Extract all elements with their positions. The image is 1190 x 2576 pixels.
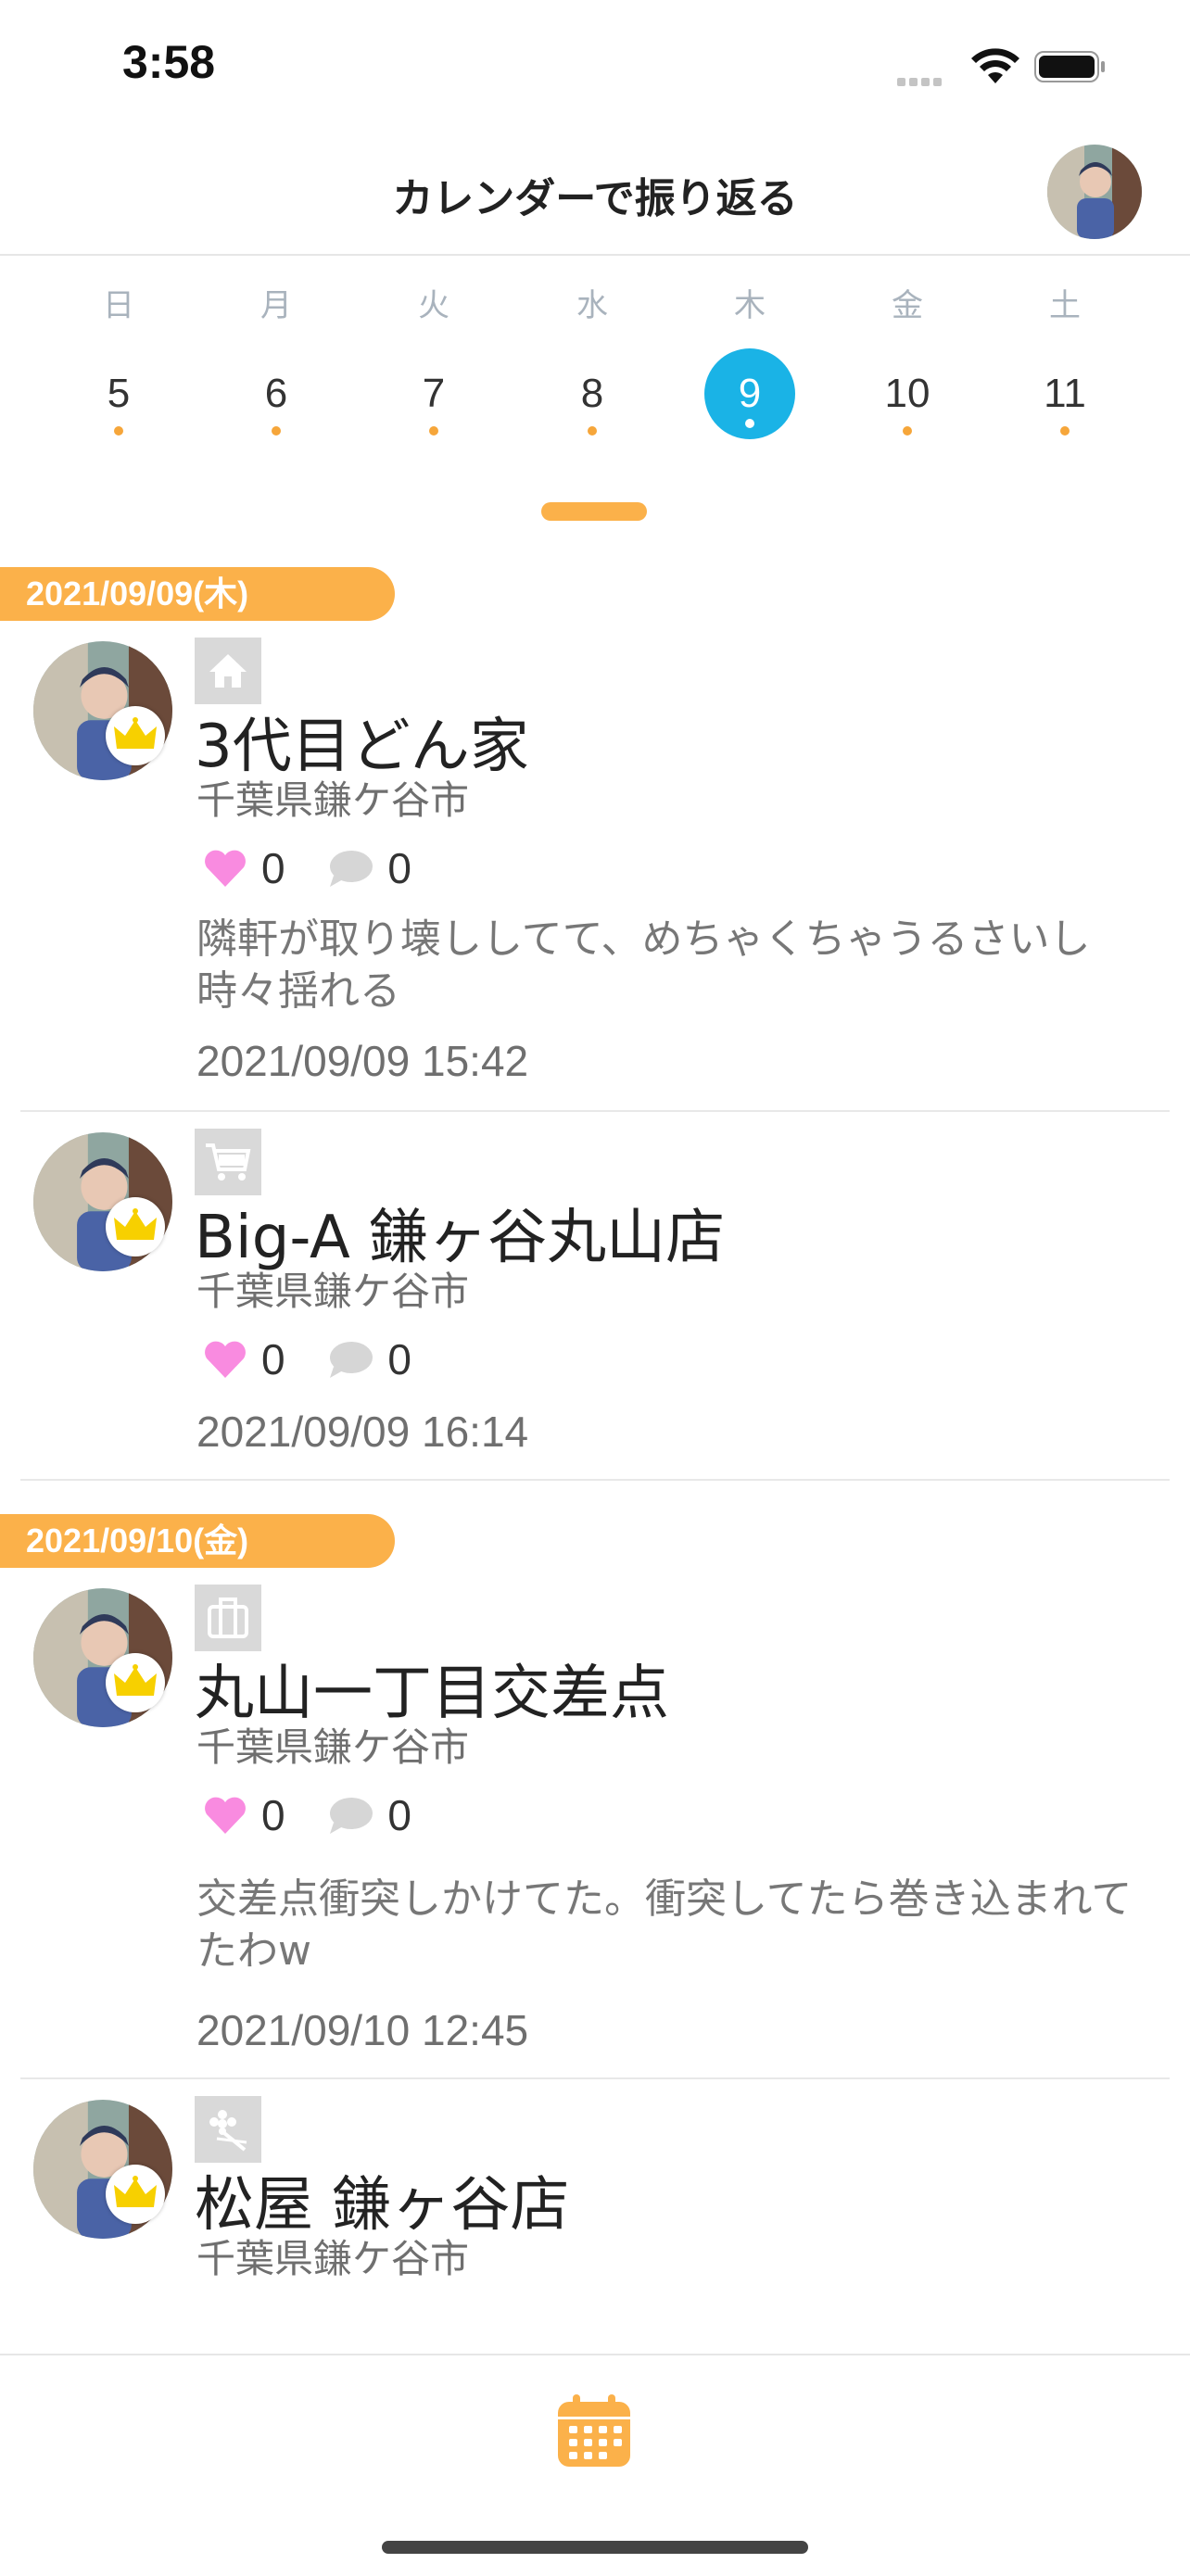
post-timestamp: 2021/09/09 15:42 [196, 1037, 529, 1085]
day-of-week: 水 [576, 287, 608, 324]
cellular-signal-icon [897, 72, 945, 90]
reaction-bar: 0 0 [202, 840, 411, 892]
like-count: 0 [261, 1790, 285, 1839]
heart-icon[interactable] [202, 848, 248, 889]
day-of-week: 火 [418, 287, 449, 324]
day-of-week: 月 [260, 287, 292, 324]
profile-avatar[interactable] [1047, 145, 1142, 239]
post-item[interactable]: Big-A 鎌ヶ谷丸山店 千葉県鎌ケ谷市 0 0 2021/09/09 16:1… [20, 1112, 1170, 1481]
comment-bubble-icon[interactable] [326, 1339, 374, 1380]
week-calendar: 日 5 月 6 火 7 水 8 木 9 金 10 土 11 [0, 278, 1190, 463]
heart-icon[interactable] [202, 1339, 248, 1380]
post-body: 隣軒が取り壊ししてて、めちゃくちゃうるさいし時々揺れる [196, 915, 1091, 1015]
post-location: 千葉県鎌ケ谷市 [196, 2236, 470, 2281]
crown-icon [114, 1664, 157, 1696]
activity-dot [903, 426, 912, 436]
avatar-photo [1047, 145, 1142, 239]
day-fri[interactable]: 金 10 [852, 278, 963, 439]
home-indicator[interactable] [382, 2541, 808, 2554]
heart-icon[interactable] [202, 1795, 248, 1836]
day-sat[interactable]: 土 11 [1009, 278, 1120, 439]
day-of-week: 土 [1049, 287, 1081, 324]
date-header: 2021/09/09(木) [0, 567, 395, 621]
like-count: 0 [261, 1334, 285, 1383]
comment-count: 0 [387, 1334, 411, 1383]
activity-dot [745, 419, 754, 428]
activity-dot [429, 426, 438, 436]
crown-badge [106, 1653, 165, 1712]
crown-badge [106, 2165, 165, 2224]
activity-dot [588, 426, 597, 436]
status-bar: 3:58 [0, 0, 1190, 130]
activity-dot [114, 426, 123, 436]
day-wed[interactable]: 水 8 [537, 278, 648, 439]
day-of-week: 木 [734, 287, 766, 324]
activity-dot [1060, 426, 1070, 436]
comment-bubble-icon[interactable] [326, 1795, 374, 1836]
day-mon[interactable]: 月 6 [221, 278, 332, 439]
calendar-icon[interactable] [556, 2394, 632, 2469]
reaction-bar: 0 0 [202, 1331, 411, 1383]
crown-badge [106, 706, 165, 765]
post-timestamp: 2021/09/09 16:14 [196, 1408, 529, 1456]
flower-icon [195, 2096, 261, 2163]
comment-count: 0 [387, 1790, 411, 1839]
battery-icon [1034, 51, 1105, 82]
comment-count: 0 [387, 843, 411, 892]
day-of-week: 金 [892, 287, 923, 324]
day-tue[interactable]: 火 7 [378, 278, 489, 439]
shopping-cart-icon [195, 1129, 261, 1195]
status-time: 3:58 [122, 36, 216, 88]
suitcase-icon [195, 1585, 261, 1651]
comment-bubble-icon[interactable] [326, 848, 374, 889]
post-item[interactable]: 3代目どん家 千葉県鎌ケ谷市 0 0 隣軒が取り壊ししてて、めちゃくちゃうるさい… [20, 621, 1170, 1112]
reaction-bar: 0 0 [202, 1787, 411, 1839]
post-item[interactable]: 松屋 鎌ヶ谷店 千葉県鎌ケ谷市 [20, 2079, 1170, 2348]
post-location: 千葉県鎌ケ谷市 [196, 1269, 470, 1314]
post-timestamp: 2021/09/10 12:45 [196, 2006, 529, 2054]
day-thu[interactable]: 木 9 [694, 278, 805, 439]
post-item[interactable]: 丸山一丁目交差点 千葉県鎌ケ谷市 0 0 交差点衝突しかけてた。衝突してたら巻き… [20, 1568, 1170, 2079]
app-header: カレンダーで振り返る [0, 130, 1190, 256]
like-count: 0 [261, 843, 285, 892]
activity-dot [272, 426, 281, 436]
post-feed[interactable]: 2021/09/09(木) 3代目どん家 千葉県鎌ケ谷市 0 0 隣軒が取り壊し… [0, 560, 1190, 2348]
crown-icon [114, 717, 157, 749]
crown-icon [114, 2176, 157, 2207]
crown-icon [114, 1208, 157, 1240]
wifi-icon [971, 48, 1019, 83]
home-icon [195, 638, 261, 704]
date-header: 2021/09/10(金) [0, 1514, 395, 1568]
tab-bar [0, 2354, 1190, 2576]
post-location: 千葉県鎌ケ谷市 [196, 1724, 470, 1770]
post-body: 交差点衝突しかけてた。衝突してたら巻き込まれてたわw [196, 1875, 1133, 1975]
day-sun[interactable]: 日 5 [63, 278, 174, 439]
page-title: カレンダーで振り返る [392, 175, 798, 222]
crown-badge [106, 1197, 165, 1256]
post-location: 千葉県鎌ケ谷市 [196, 777, 470, 823]
day-of-week: 日 [103, 287, 134, 324]
expand-handle[interactable] [541, 502, 647, 521]
